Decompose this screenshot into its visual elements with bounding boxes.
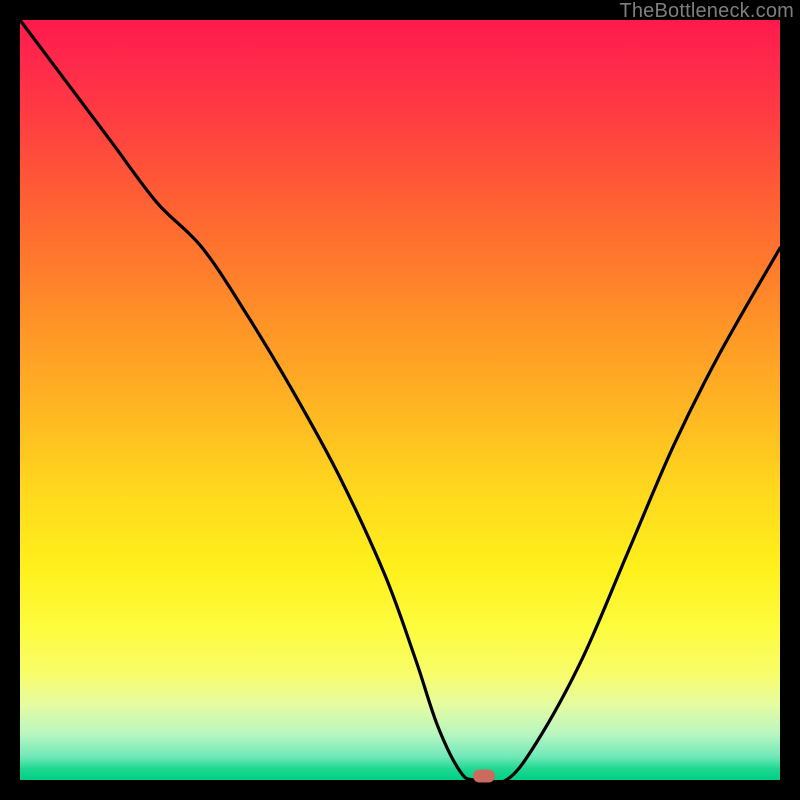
attribution-text: TheBottleneck.com [619,0,794,23]
chart-frame: TheBottleneck.com [0,0,800,800]
bottleneck-curve [20,20,780,783]
chart-svg [20,20,780,780]
optimal-point-marker [473,770,495,783]
